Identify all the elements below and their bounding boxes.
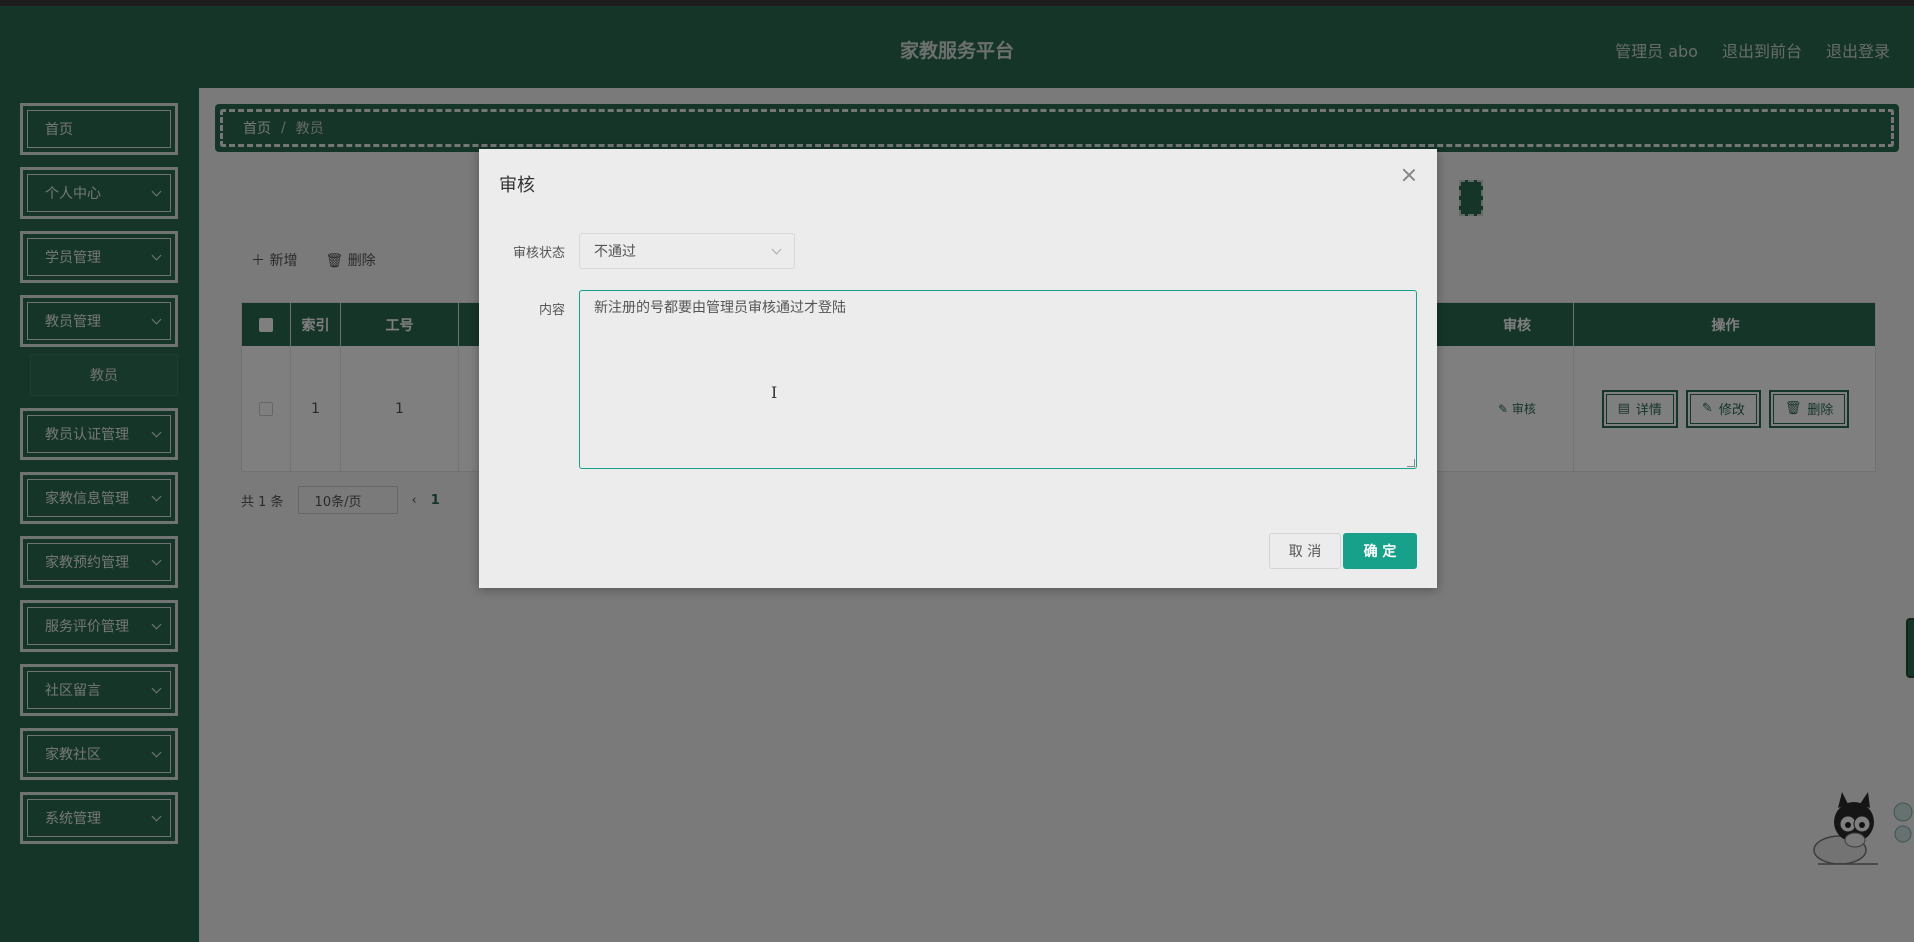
audit-dialog: 审核 审核状态 不通过 内容 I 取 消 确 定 [479, 149, 1437, 588]
close-icon[interactable] [1401, 167, 1417, 183]
content-label: 内容 [538, 303, 565, 318]
audit-status-label: 审核状态 [512, 246, 565, 261]
content-textarea[interactable] [579, 290, 1417, 469]
confirm-button[interactable]: 确 定 [1343, 533, 1417, 569]
dialog-title: 审核 [499, 175, 535, 196]
text-cursor-icon: I [771, 383, 778, 402]
cancel-button[interactable]: 取 消 [1269, 533, 1341, 569]
audit-status-select[interactable]: 不通过 [579, 233, 795, 269]
resize-grip-icon[interactable] [1407, 459, 1415, 467]
chevron-down-icon [771, 244, 782, 255]
